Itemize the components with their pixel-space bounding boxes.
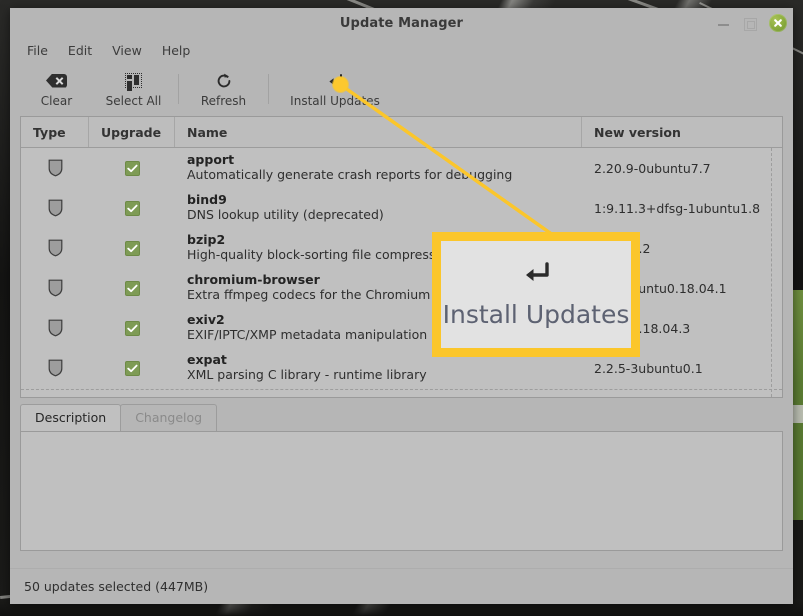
- enter-arrow-icon: [519, 261, 553, 292]
- check-icon: [126, 244, 137, 252]
- callout-label: Install Updates: [442, 299, 630, 329]
- callout-content: Install Updates: [441, 241, 631, 348]
- package-description: XML parsing C library - runtime library: [187, 367, 427, 383]
- column-header-new-version[interactable]: New version: [582, 117, 782, 147]
- upgrade-checkbox[interactable]: [124, 240, 140, 256]
- cell-type: [21, 308, 89, 348]
- package-new-version: 1:9.11.3+dfsg-1ubuntu1.8: [594, 200, 761, 216]
- table-row[interactable]: chromium-browser Extra ffmpeg codecs for…: [21, 268, 782, 308]
- refresh-button[interactable]: Refresh: [185, 64, 262, 114]
- package-description: DNS lookup utility (deprecated): [187, 207, 384, 223]
- cell-type: [21, 188, 89, 228]
- menu-item-view[interactable]: View: [103, 41, 151, 60]
- cell-type: [21, 148, 89, 188]
- cell-type: [21, 348, 89, 388]
- upgrade-checkbox[interactable]: [124, 200, 140, 216]
- package-name: expat: [187, 351, 227, 367]
- shield-icon: [48, 279, 62, 297]
- upgrade-checkbox[interactable]: [124, 320, 140, 336]
- callout-anchor-dot: [333, 77, 348, 92]
- toolbar: Clear Select All Refresh Install Updates: [10, 62, 793, 116]
- menu-item-help[interactable]: Help: [153, 41, 200, 60]
- table-row[interactable]: bzip2 High-quality block-sorting file co…: [21, 228, 782, 268]
- table-horizontal-scrollbar[interactable]: [21, 389, 782, 397]
- check-icon: [126, 324, 137, 332]
- column-header-name[interactable]: Name: [175, 117, 582, 147]
- upgrade-checkbox[interactable]: [124, 360, 140, 376]
- upgrade-checkbox[interactable]: [124, 160, 140, 176]
- cell-upgrade[interactable]: [89, 228, 175, 268]
- shield-icon: [48, 359, 62, 377]
- tab-description[interactable]: Description: [20, 404, 122, 431]
- column-header-type[interactable]: Type: [21, 117, 89, 147]
- detail-tabs: Description Changelog: [20, 404, 783, 431]
- package-new-version: 2.2.5-3ubuntu0.1: [594, 360, 703, 376]
- check-icon: [126, 364, 137, 372]
- shield-icon: [48, 199, 62, 217]
- package-name: exiv2: [187, 311, 225, 327]
- callout-magnifier: Install Updates: [432, 232, 640, 357]
- cell-name: apport Automatically generate crash repo…: [175, 148, 582, 188]
- status-text: 50 updates selected (447MB): [24, 579, 209, 594]
- cell-upgrade[interactable]: [89, 348, 175, 388]
- clear-icon: [46, 71, 67, 91]
- maximize-button[interactable]: [744, 17, 757, 31]
- table-row[interactable]: apport Automatically generate crash repo…: [21, 148, 782, 188]
- column-header-upgrade[interactable]: Upgrade: [89, 117, 175, 147]
- clear-button[interactable]: Clear: [18, 64, 95, 114]
- upgrade-checkbox[interactable]: [124, 280, 140, 296]
- cell-new-version: 1:9.11.3+dfsg-1ubuntu1.8: [582, 188, 782, 228]
- window-title: Update Manager: [339, 15, 464, 31]
- table-vertical-scrollbar[interactable]: [771, 148, 782, 397]
- cell-name: bind9 DNS lookup utility (deprecated): [175, 188, 582, 228]
- table-header-row: Type Upgrade Name New version: [21, 117, 782, 148]
- select-all-icon: [125, 71, 142, 91]
- package-name: bind9: [187, 191, 227, 207]
- menu-item-file[interactable]: File: [18, 41, 57, 60]
- shield-icon: [48, 239, 62, 257]
- check-icon: [126, 204, 137, 212]
- package-new-version: 2.20.9-0ubuntu7.7: [594, 160, 711, 176]
- cell-type: [21, 228, 89, 268]
- update-manager-window: Update Manager File Edit View Help Clear…: [10, 8, 793, 604]
- shield-icon: [48, 159, 62, 177]
- status-bar: 50 updates selected (447MB): [10, 568, 793, 604]
- menu-item-edit[interactable]: Edit: [59, 41, 101, 60]
- select-all-button[interactable]: Select All: [95, 64, 172, 114]
- updates-table: Type Upgrade Name New version apport Aut…: [20, 116, 783, 398]
- menu-bar: File Edit View Help: [10, 38, 793, 62]
- package-name: apport: [187, 151, 235, 167]
- close-button[interactable]: [769, 14, 787, 32]
- cell-upgrade[interactable]: [89, 268, 175, 308]
- table-row[interactable]: expat XML parsing C library - runtime li…: [21, 348, 782, 388]
- title-bar: Update Manager: [10, 8, 793, 38]
- shield-icon: [48, 319, 62, 337]
- cell-upgrade[interactable]: [89, 148, 175, 188]
- select-all-button-label: Select All: [105, 93, 162, 108]
- cell-upgrade[interactable]: [89, 188, 175, 228]
- check-icon: [126, 284, 137, 292]
- install-updates-button-label: Install Updates: [290, 93, 380, 108]
- cell-new-version: 2.20.9-0ubuntu7.7: [582, 148, 782, 188]
- clear-button-label: Clear: [40, 93, 73, 108]
- package-description: EXIF/IPTC/XMP metadata manipulation libr…: [187, 327, 472, 343]
- refresh-button-label: Refresh: [200, 93, 247, 108]
- window-controls: [715, 8, 787, 38]
- package-description: Automatically generate crash reports for…: [187, 167, 513, 183]
- description-panel: [20, 431, 783, 551]
- minimize-button[interactable]: [715, 15, 732, 32]
- tab-changelog[interactable]: Changelog: [120, 404, 218, 431]
- close-icon: [774, 19, 782, 27]
- table-row[interactable]: bind9 DNS lookup utility (deprecated) 1:…: [21, 188, 782, 228]
- desktop-background: Update Manager File Edit View Help Clear…: [0, 0, 803, 616]
- check-icon: [126, 164, 137, 172]
- cell-upgrade[interactable]: [89, 308, 175, 348]
- refresh-icon: [215, 71, 233, 91]
- toolbar-separator: [178, 74, 179, 104]
- toolbar-separator: [268, 74, 269, 104]
- cell-type: [21, 268, 89, 308]
- table-row[interactable]: exiv2 EXIF/IPTC/XMP metadata manipulatio…: [21, 308, 782, 348]
- table-body: apport Automatically generate crash repo…: [21, 148, 782, 397]
